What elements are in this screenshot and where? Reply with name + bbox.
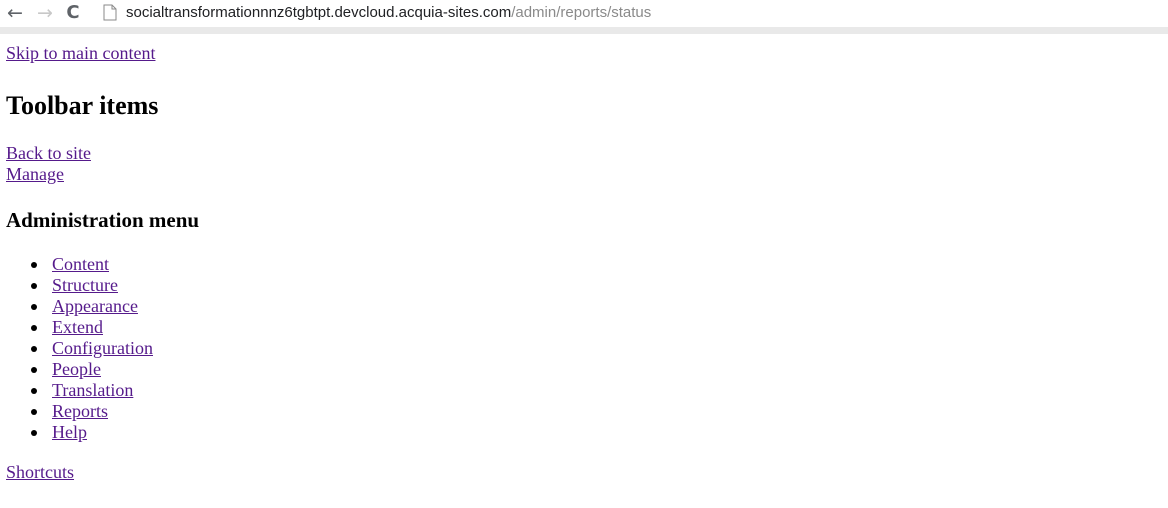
page-document-icon [103,4,117,21]
page-content: Skip to main content Toolbar items Back … [6,42,1156,482]
shortcuts-link[interactable]: Shortcuts [6,461,74,483]
toolbar-links: Back to site Manage [6,143,91,185]
appearance-link[interactable]: Appearance [52,296,138,316]
url-path: /admin/reports/status [511,4,652,21]
menu-item-appearance: Appearance [31,296,153,317]
browser-toolbar: ← → C socialtransformationnnz6tgbtpt.dev… [0,0,1168,34]
bullet-icon [31,262,37,268]
url-host: socialtransformationnnz6tgbtpt.devcloud.… [126,4,512,21]
skip-to-main-content-link[interactable]: Skip to main content [6,42,1156,64]
back-arrow-icon[interactable]: ← [4,2,26,24]
content-link[interactable]: Content [52,254,109,274]
bullet-icon [31,325,37,331]
bullet-icon [31,283,37,289]
bullet-icon [31,346,37,352]
bullet-icon [31,430,37,436]
menu-item-translation: Translation [31,380,153,401]
toolbar-items-heading: Toolbar items [6,91,159,120]
help-link[interactable]: Help [52,422,87,442]
configuration-link[interactable]: Configuration [52,338,153,358]
menu-item-help: Help [31,422,153,443]
menu-item-reports: Reports [31,401,153,422]
administration-menu-heading: Administration menu [6,208,200,232]
structure-link[interactable]: Structure [52,275,118,295]
toolbar-divider-strip [0,27,1168,34]
extend-link[interactable]: Extend [52,317,103,337]
manage-link[interactable]: Manage [6,164,91,185]
bullet-icon [31,304,37,310]
menu-item-extend: Extend [31,317,153,338]
people-link[interactable]: People [52,359,101,379]
administration-menu: Content Structure Appearance Extend Conf… [6,254,153,443]
forward-arrow-icon[interactable]: → [34,2,56,24]
translation-link[interactable]: Translation [52,380,133,400]
back-to-site-link[interactable]: Back to site [6,143,91,164]
reports-link[interactable]: Reports [52,401,108,421]
menu-item-configuration: Configuration [31,338,153,359]
reload-icon[interactable]: C [62,2,84,24]
bullet-icon [31,388,37,394]
menu-item-people: People [31,359,153,380]
menu-item-structure: Structure [31,275,153,296]
bullet-icon [31,409,37,415]
bullet-icon [31,367,37,373]
menu-item-content: Content [31,254,153,275]
address-bar[interactable]: socialtransformationnnz6tgbtpt.devcloud.… [126,3,651,23]
